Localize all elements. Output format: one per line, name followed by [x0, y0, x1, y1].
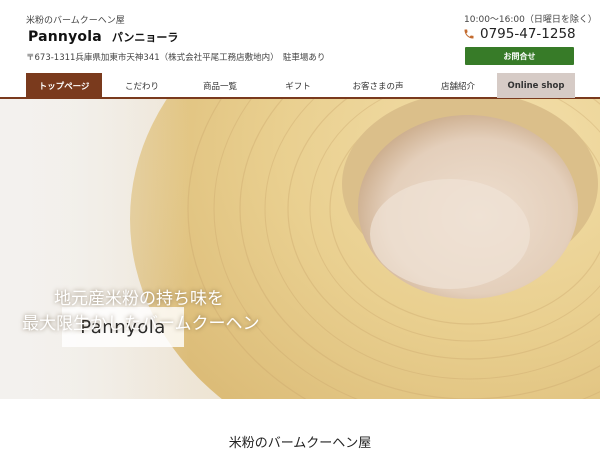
site-tagline: 米粉のバームクーヘン屋 — [26, 16, 125, 26]
nav-item-gift[interactable]: ギフト — [260, 73, 336, 98]
site-logo[interactable]: Pannyola パンニョーラ — [28, 29, 178, 45]
site-header: 米粉のバームクーヘン屋 Pannyola パンニョーラ 〒673-1311兵庫県… — [0, 0, 600, 72]
nav-item-products[interactable]: 商品一覧 — [182, 73, 258, 98]
logo-kana: パンニョーラ — [111, 31, 179, 44]
contact-button[interactable]: お問合せ — [465, 47, 574, 65]
logo-wordmark: Pannyola — [28, 29, 102, 45]
phone-number[interactable]: 0795-47-1258 — [463, 26, 576, 42]
nav-item-voices[interactable]: お客さまの声 — [338, 73, 418, 98]
phone-number-text: 0795-47-1258 — [480, 26, 576, 42]
phone-icon — [463, 28, 475, 40]
hero-banner: Pannyola — [0, 99, 600, 399]
nav-item-kodawari[interactable]: こだわり — [104, 73, 180, 98]
nav-item-top[interactable]: トップページ — [26, 73, 102, 98]
section-title: 米粉のバームクーヘン屋 — [228, 436, 372, 451]
store-address: 〒673-1311兵庫県加東市天神341（株式会社平尾工務店敷地内） 駐車場あり — [26, 53, 326, 63]
main-navigation: トップページ こだわり 商品一覧 ギフト お客さまの声 店舗紹介 Online … — [0, 72, 600, 99]
business-hours: 10:00〜16:00（日曜日を除く） — [464, 15, 597, 25]
hero-copy-line-1: 地元産米粉の持ち味を — [54, 289, 224, 309]
hero-baumkuchen-image — [0, 99, 600, 399]
nav-item-online-shop[interactable]: Online shop — [497, 73, 575, 98]
hero-copy-line-2: 最大限生かしたバームクーヘン — [22, 314, 260, 334]
hero-copy: 地元産米粉の持ち味を 最大限生かしたバームクーヘン — [22, 287, 260, 337]
nav-item-store[interactable]: 店舗紹介 — [420, 73, 496, 98]
